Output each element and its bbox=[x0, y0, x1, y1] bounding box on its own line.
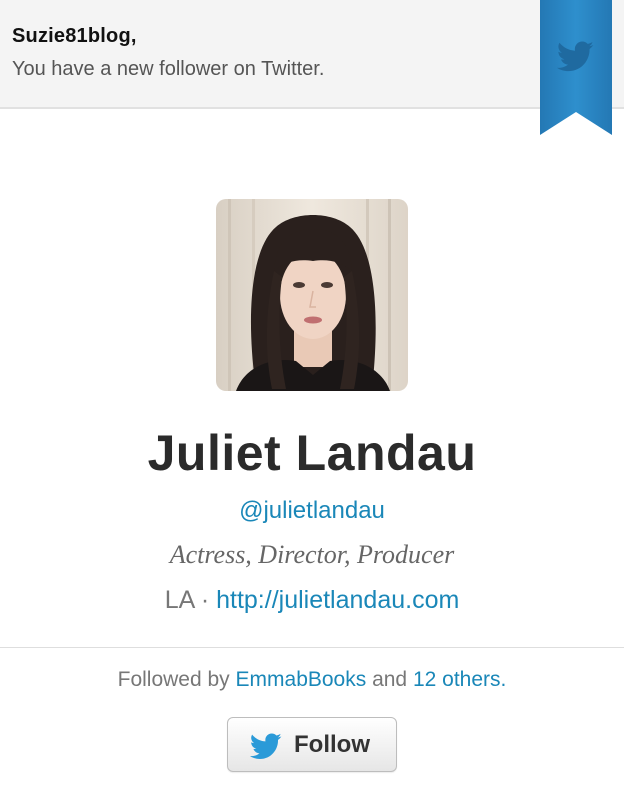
profile-website-link[interactable]: http://julietlandau.com bbox=[216, 586, 459, 614]
profile-name: Juliet Landau bbox=[147, 425, 477, 481]
location-separator: · bbox=[193, 586, 217, 614]
email-notification: Suzie81blog, You have a new follower on … bbox=[0, 0, 624, 794]
profile-handle-link[interactable]: @julietlandau bbox=[0, 497, 624, 525]
follow-button[interactable]: Follow bbox=[227, 717, 397, 772]
followed-by-line: Followed by EmmabBooks and 12 others. bbox=[0, 668, 624, 692]
twitter-bird-icon bbox=[250, 733, 282, 759]
followed-by-others-link[interactable]: 12 others bbox=[413, 668, 501, 691]
follow-button-label: Follow bbox=[294, 731, 370, 758]
notification-header: Suzie81blog, You have a new follower on … bbox=[0, 0, 624, 109]
followed-by-prefix: Followed by bbox=[117, 668, 236, 691]
profile-bio: Actress, Director, Producer bbox=[169, 540, 455, 569]
profile-avatar[interactable] bbox=[216, 199, 408, 391]
section-divider bbox=[0, 647, 624, 648]
notification-message: You have a new follower on Twitter. bbox=[12, 58, 325, 80]
followed-by-suffix: . bbox=[500, 668, 507, 691]
recipient-name: Suzie81blog, bbox=[12, 25, 137, 47]
followed-by-user-link[interactable]: EmmabBooks bbox=[236, 668, 367, 691]
profile-location-line: LA · http://julietlandau.com bbox=[0, 586, 624, 615]
followed-by-middle: and bbox=[366, 668, 413, 691]
profile-location: LA bbox=[164, 586, 194, 614]
twitter-ribbon bbox=[540, 0, 612, 135]
